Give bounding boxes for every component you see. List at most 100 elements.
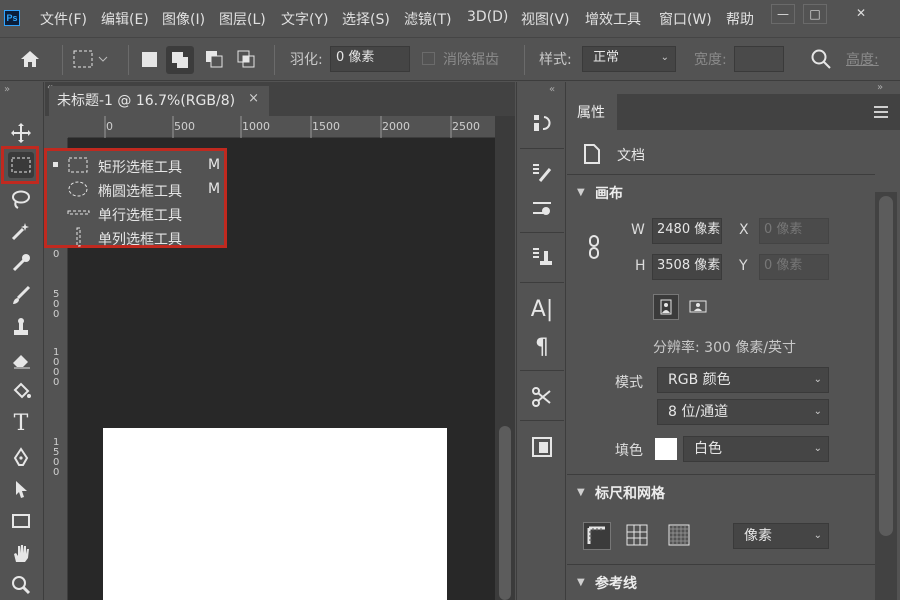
clone-source-icon[interactable] [529, 196, 555, 222]
menu-window[interactable]: 窗口(W) [659, 9, 712, 29]
menu-filter[interactable]: 滤镜(T) [404, 9, 451, 29]
chevron-down-icon[interactable]: ▼ [577, 577, 585, 588]
chevron-down-icon[interactable]: ▼ [577, 187, 585, 198]
flyout-shortcut: M [208, 157, 221, 173]
height-field[interactable]: 3508 像素 [652, 254, 722, 280]
path-selection-tool-icon[interactable] [8, 476, 34, 502]
rulers-toggle-icon[interactable] [583, 522, 611, 550]
tab-close-icon[interactable]: × [248, 91, 259, 106]
zoom-tool-icon[interactable] [8, 572, 34, 598]
tool-presets-icon[interactable] [529, 244, 555, 270]
width-field[interactable]: 2480 像素 [652, 218, 722, 244]
menu-select[interactable]: 选择(S) [342, 9, 390, 29]
style-label: 样式: [539, 52, 572, 68]
menu-view[interactable]: 视图(V) [521, 9, 570, 29]
home-icon[interactable] [18, 48, 44, 70]
scrollbar-thumb[interactable] [499, 426, 511, 600]
marquee-preset-icon[interactable] [72, 49, 108, 69]
panel-dock: « A| ¶ [516, 82, 566, 600]
character-panel-icon[interactable]: A| [529, 296, 555, 322]
rectangular-marquee-icon [68, 157, 88, 173]
history-panel-icon[interactable] [529, 110, 555, 136]
width-label: W [631, 222, 645, 238]
paragraph-panel-icon[interactable]: ¶ [529, 334, 555, 360]
menu-file[interactable]: 文件(F) [40, 9, 87, 29]
link-icon[interactable] [587, 234, 601, 260]
search-icon[interactable] [810, 48, 832, 70]
intersect-selection-icon[interactable] [236, 49, 258, 71]
pen-tool-icon[interactable] [8, 444, 34, 470]
chevron-down-icon: ⌄ [813, 374, 822, 385]
portrait-orientation-icon[interactable] [653, 294, 679, 320]
ruler-top[interactable]: 0 500 1000 1500 2000 2500 [68, 116, 515, 138]
menu-type[interactable]: 文字(Y) [281, 9, 328, 29]
grid-toggle-icon[interactable] [625, 523, 649, 547]
lasso-tool-icon[interactable] [8, 186, 34, 212]
clone-stamp-tool-icon[interactable] [8, 314, 34, 340]
fill-label: 填色 [615, 443, 643, 459]
pixel-grid-toggle-icon[interactable] [667, 523, 691, 547]
minimize-button[interactable]: — [771, 4, 795, 24]
eraser-tool-icon[interactable] [8, 346, 34, 372]
menu-3d[interactable]: 3D(D) [467, 9, 508, 25]
document-tab[interactable]: 未标题-1 @ 16.7%(RGB/8) × [49, 86, 269, 116]
menu-layer[interactable]: 图层(L) [219, 9, 266, 29]
collapse-panel-icon[interactable]: » [877, 82, 883, 93]
feather-input[interactable]: 0 像素 [330, 46, 410, 72]
menu-help[interactable]: 帮助 [726, 9, 754, 29]
menu-plugins[interactable]: 增效工具 [585, 9, 641, 29]
flyout-item-single-column-marquee[interactable]: 单列选框工具 [53, 227, 223, 249]
adjustments-icon[interactable] [529, 384, 555, 410]
flyout-label: 椭圆选框工具 [98, 184, 182, 200]
scrollbar-thumb[interactable] [879, 196, 893, 536]
document-canvas[interactable] [103, 428, 447, 600]
type-tool-icon[interactable]: T [8, 410, 34, 436]
brush-settings-icon[interactable] [529, 160, 555, 186]
fill-color-swatch[interactable] [655, 438, 677, 460]
flyout-item-rectangular-marquee[interactable]: 矩形选框工具 M [53, 155, 223, 177]
rectangle-tool-icon[interactable] [8, 508, 34, 534]
close-button[interactable]: ✕ [849, 4, 873, 24]
subtract-selection-icon[interactable] [204, 49, 226, 71]
move-tool-icon[interactable] [8, 120, 34, 146]
landscape-orientation-icon[interactable] [685, 294, 711, 320]
menu-image[interactable]: 图像(I) [162, 9, 205, 29]
chevron-down-icon: ⌄ [813, 530, 822, 541]
y-field[interactable]: 0 像素 [759, 254, 829, 280]
chevron-down-icon[interactable]: ▼ [577, 487, 585, 498]
panel-menu-icon[interactable] [874, 106, 888, 118]
menu-edit[interactable]: 编辑(E) [101, 9, 149, 29]
eyedropper-tool-icon[interactable] [8, 250, 34, 276]
add-selection-icon[interactable] [166, 46, 194, 74]
libraries-icon[interactable] [529, 434, 555, 460]
collapse-icon[interactable]: » [4, 84, 10, 95]
active-indicator-icon [53, 162, 58, 167]
flyout-label: 单列选框工具 [98, 232, 182, 248]
hand-tool-icon[interactable] [8, 540, 34, 566]
antialias-checkbox[interactable] [422, 52, 435, 65]
units-select[interactable]: 像素 ⌄ [733, 523, 829, 549]
canvas-scrollbar[interactable] [495, 116, 515, 600]
properties-tab-bar: 属性 [567, 94, 900, 130]
x-label: X [739, 222, 749, 238]
style-select[interactable]: 正常 ⌄ [582, 46, 676, 72]
resolution-text: 分辨率: 300 像素/英寸 [653, 340, 797, 356]
maximize-button[interactable]: □ [803, 4, 827, 24]
tab-properties[interactable]: 属性 [567, 94, 617, 130]
paint-bucket-tool-icon[interactable] [8, 378, 34, 404]
properties-scrollbar[interactable] [875, 192, 897, 600]
width-input[interactable] [734, 46, 784, 72]
mode-select[interactable]: RGB 颜色 ⌄ [657, 367, 829, 393]
flyout-item-elliptical-marquee[interactable]: 椭圆选框工具 M [53, 179, 223, 201]
collapse-dock-icon[interactable]: « [549, 84, 555, 95]
fill-select[interactable]: 白色 ⌄ [683, 436, 829, 462]
options-bar: 羽化: 0 像素 消除锯齿 样式: 正常 ⌄ 宽度: 高度: [0, 37, 900, 81]
bit-depth-select[interactable]: 8 位/通道 ⌄ [657, 399, 829, 425]
brush-tool-icon[interactable] [8, 282, 34, 308]
x-field[interactable]: 0 像素 [759, 218, 829, 244]
guides-section: ▼ 参考线 [567, 564, 875, 592]
magic-wand-tool-icon[interactable] [8, 218, 34, 244]
flyout-item-single-row-marquee[interactable]: 单行选框工具 [53, 203, 223, 225]
new-selection-icon[interactable] [142, 52, 157, 67]
selected-tool-highlight [1, 146, 39, 184]
